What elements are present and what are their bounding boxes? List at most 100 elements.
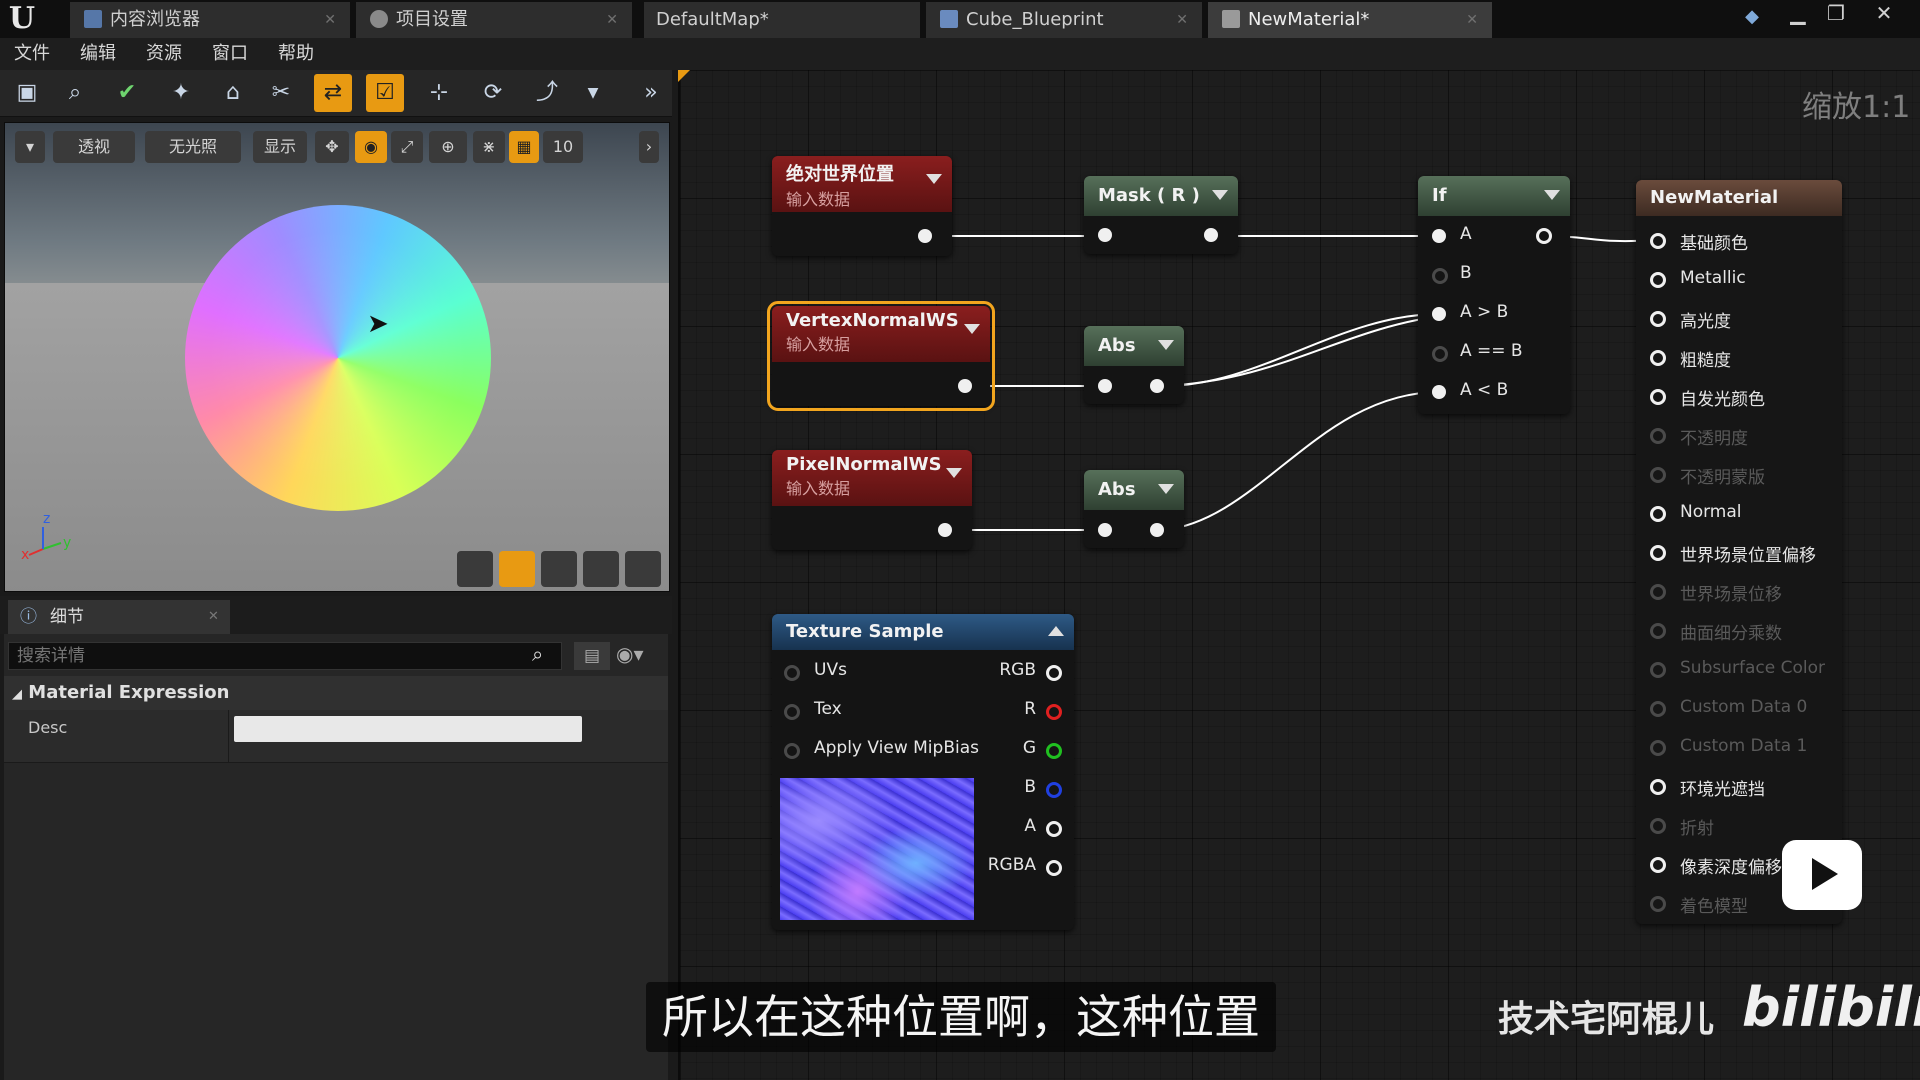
material-pin-row[interactable]: 曲面细分乘数 [1636,616,1842,646]
input-pin[interactable] [1650,506,1666,522]
output-pin[interactable] [958,379,972,393]
input-pin[interactable] [1650,701,1666,717]
chevron-down-icon[interactable] [946,468,962,478]
maximize-button[interactable]: ❐ [1818,0,1854,26]
input-pin[interactable] [1650,623,1666,639]
browse-icon[interactable]: ⌕ [56,74,94,112]
input-pin[interactable] [1650,428,1666,444]
input-pin-mipbias[interactable] [784,743,800,759]
world-local-icon[interactable]: ⊕ [429,131,467,163]
material-pin-row[interactable]: Metallic [1636,265,1842,295]
search-icon[interactable]: ✦ [162,74,200,112]
material-pin-row[interactable]: 环境光遮挡 [1636,772,1842,802]
input-pin[interactable] [1650,545,1666,561]
material-pin-row[interactable]: Custom Data 1 [1636,733,1842,763]
input-pin[interactable] [1650,389,1666,405]
input-pin[interactable] [1650,740,1666,756]
cylinder-preview-icon[interactable] [457,551,493,587]
hide-unrelated-icon[interactable]: ⤴ [528,74,566,112]
input-pin[interactable] [1650,818,1666,834]
visibility-eye-icon[interactable]: ◉▾ [616,642,644,666]
output-pin-rgba[interactable] [1046,860,1062,876]
live-preview-icon[interactable]: ☑ [366,74,404,112]
output-pin-r[interactable] [1046,704,1062,720]
material-pin-row[interactable]: 折射 [1636,811,1842,841]
clean-up-icon[interactable]: ✂ [262,74,300,112]
scale-icon[interactable]: ⤢ [391,131,423,163]
viewport-more-icon[interactable]: › [639,131,659,163]
input-pin-a-greater-b[interactable] [1432,307,1446,321]
close-icon[interactable]: ✕ [606,2,618,38]
node-mask-r[interactable]: Mask ( R ) [1084,176,1238,254]
viewport-options-button[interactable]: ▾ [15,131,45,163]
details-search-input[interactable] [8,642,562,670]
section-material-expression[interactable]: ◢ Material Expression [4,676,668,710]
node-vertex-normal-ws[interactable]: VertexNormalWS 输入数据 [767,301,995,411]
output-pin[interactable] [938,523,952,537]
surface-snap-icon[interactable]: ⋇ [473,131,505,163]
menu-edit[interactable]: 编辑 [80,38,116,70]
close-icon[interactable]: ✕ [208,600,219,634]
show-button[interactable]: 显示 [253,131,307,163]
input-pin-b[interactable] [1432,268,1448,284]
input-pin[interactable] [1650,779,1666,795]
output-pin[interactable] [1536,228,1552,244]
property-matrix-icon[interactable]: ▤ [574,642,610,670]
chevron-down-icon[interactable] [1158,340,1174,350]
material-pin-row[interactable]: 基础颜色 [1636,226,1842,256]
input-pin[interactable] [1650,584,1666,600]
grid-size-value[interactable]: 10 [543,131,583,163]
input-pin[interactable] [1650,272,1666,288]
output-pin[interactable] [918,229,932,243]
menu-file[interactable]: 文件 [14,38,50,70]
material-pin-row[interactable]: 粗糙度 [1636,343,1842,373]
material-pin-row[interactable]: 不透明蒙版 [1636,460,1842,490]
input-pin[interactable] [1650,857,1666,873]
material-pin-row[interactable]: 自发光颜色 [1636,382,1842,412]
material-pin-row[interactable]: 世界场景位置偏移 [1636,538,1842,568]
node-new-material[interactable]: NewMaterial 基础颜色 Metallic 高光度 粗糙度 自发光颜色 不透明度不… [1636,180,1842,924]
chevron-down-icon[interactable]: ▼ [574,74,612,112]
input-pin-a-equals-b[interactable] [1432,346,1448,362]
node-absolute-world-position[interactable]: 绝对世界位置 输入数据 [772,156,952,256]
chevron-down-icon[interactable] [926,174,942,184]
grid-snap-icon[interactable]: ▦ [509,131,539,163]
input-pin[interactable] [1098,379,1112,393]
chevron-down-icon[interactable] [1212,190,1228,200]
translate-icon[interactable]: ✥ [315,131,349,163]
apply-icon[interactable]: ✔ [108,74,146,112]
menu-window[interactable]: 窗口 [212,38,248,70]
plane-preview-icon[interactable] [541,551,577,587]
input-pin-a-less-b[interactable] [1432,385,1446,399]
input-pin-a[interactable] [1432,229,1446,243]
material-pin-row[interactable]: Subsurface Color [1636,655,1842,685]
input-pin[interactable] [1650,350,1666,366]
material-pin-row[interactable]: Custom Data 0 [1636,694,1842,724]
material-pin-row[interactable]: 不透明度 [1636,421,1842,451]
perspective-button[interactable]: 透视 [53,131,135,163]
input-pin[interactable] [1650,311,1666,327]
output-pin-rgb[interactable] [1046,665,1062,681]
sphere-preview-icon[interactable] [499,551,535,587]
material-pin-row[interactable]: Normal [1636,499,1842,529]
unreal-logo-icon[interactable]: U [4,2,40,36]
node-pixel-normal-ws[interactable]: PixelNormalWS 输入数据 [772,450,972,550]
expand-toolbar-icon[interactable]: » [632,74,670,112]
input-pin[interactable] [1650,467,1666,483]
node-texture-sample[interactable]: Texture Sample UVs Tex Apply View MipBia… [772,614,1074,930]
preview-viewport[interactable]: ➤ ▾ 透视 无光照 显示 ✥ ◉ ⤢ ⊕ ⋇ ▦ 10 › x y z [4,122,670,592]
chevron-down-icon[interactable] [964,324,980,334]
output-pin-b[interactable] [1046,782,1062,798]
material-pin-row[interactable]: 世界场景位移 [1636,577,1842,607]
live-nodes-icon[interactable]: ⊹ [420,74,458,112]
tab-details[interactable]: ⓘ 细节 ✕ [8,600,230,634]
input-pin[interactable] [1098,228,1112,242]
desc-input[interactable] [234,716,582,742]
close-window-button[interactable]: ✕ [1866,0,1902,26]
tab-project-settings[interactable]: 项目设置 ✕ [356,2,632,38]
input-pin[interactable] [1650,896,1666,912]
save-icon[interactable]: ▣ [8,74,46,112]
rotate-icon[interactable]: ◉ [355,131,387,163]
output-pin-a[interactable] [1046,821,1062,837]
output-pin[interactable] [1204,228,1218,242]
